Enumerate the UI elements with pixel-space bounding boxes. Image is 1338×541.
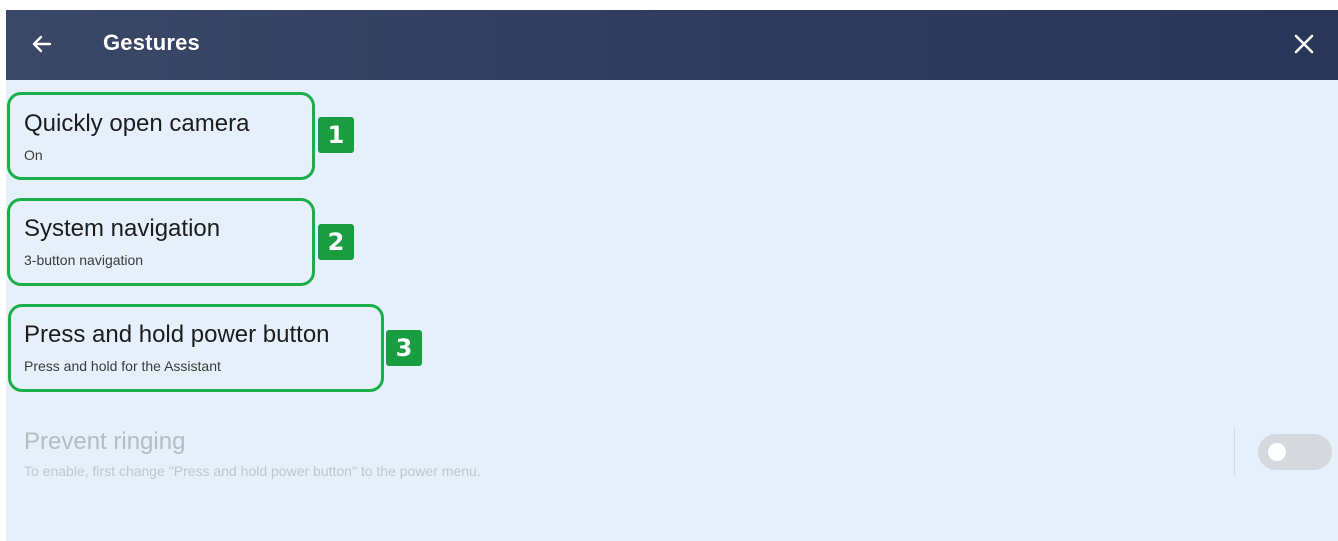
setting-system-navigation[interactable]: System navigation 3-button navigation (24, 215, 220, 269)
app-bar: Gestures (6, 10, 1338, 80)
back-button[interactable] (24, 26, 60, 62)
setting-title: Prevent ringing (24, 428, 186, 455)
setting-subtitle: On (24, 147, 43, 163)
annotation-badge-2: 2 (318, 224, 354, 260)
setting-subtitle: To enable, first change "Press and hold … (24, 463, 481, 479)
setting-quickly-open-camera[interactable]: Quickly open camera On (24, 110, 249, 164)
settings-screen: Gestures Quickly open camera On 1 System… (6, 10, 1338, 541)
setting-press-and-hold-power-button[interactable]: Press and hold power button Press and ho… (24, 321, 330, 375)
setting-prevent-ringing: Prevent ringing To enable, first change … (24, 428, 481, 480)
setting-title: Quickly open camera (24, 110, 250, 137)
annotation-badge-1: 1 (318, 117, 354, 153)
toggle-knob (1268, 443, 1286, 461)
setting-title: System navigation (24, 215, 221, 242)
annotation-badge-3: 3 (386, 330, 422, 366)
setting-subtitle: 3-button navigation (24, 252, 144, 268)
close-button[interactable] (1284, 24, 1324, 64)
arrow-left-icon (32, 35, 52, 53)
setting-subtitle: Press and hold for the Assistant (24, 358, 221, 374)
close-icon (1294, 34, 1314, 54)
divider (1234, 426, 1235, 476)
setting-title: Press and hold power button (24, 321, 330, 348)
prevent-ringing-toggle[interactable] (1258, 434, 1332, 470)
page-title: Gestures (103, 30, 200, 55)
